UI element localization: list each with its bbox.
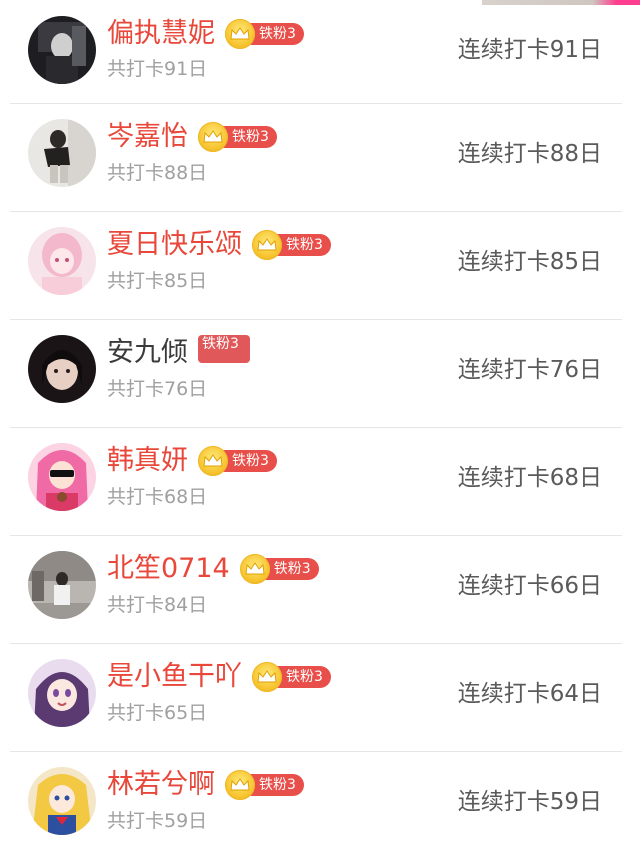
list-item[interactable]: 岑嘉怡 铁粉3 共打卡88日 连续打卡88日 <box>10 104 622 212</box>
badge-label: 铁粉3 <box>222 126 277 148</box>
total-checkins: 共打卡88日 <box>107 162 208 184</box>
user-name[interactable]: 岑嘉怡 铁粉3 <box>107 119 277 155</box>
list-item[interactable]: 韩真妍 铁粉3 共打卡68日 连续打卡68日 <box>10 428 622 536</box>
streak-count: 连续打卡91日 <box>457 37 602 63</box>
avatar[interactable] <box>28 335 96 403</box>
avatar-image <box>28 227 96 295</box>
total-checkins: 共打卡91日 <box>107 58 208 80</box>
fan-badge: 铁粉3 <box>225 19 304 49</box>
avatar[interactable] <box>28 767 96 835</box>
avatar-image <box>28 16 96 84</box>
user-name[interactable]: 偏执慧妮 铁粉3 <box>107 16 304 52</box>
list-item[interactable]: 林若兮啊 铁粉3 共打卡59日 连续打卡59日 <box>10 752 622 860</box>
avatar[interactable] <box>28 551 96 619</box>
streak-count: 连续打卡66日 <box>457 573 602 599</box>
user-name[interactable]: 韩真妍 铁粉3 <box>107 443 277 479</box>
avatar[interactable] <box>28 443 96 511</box>
total-checkins: 共打卡59日 <box>107 810 208 832</box>
list-item[interactable]: 安九倾 铁粉3 共打卡76日 连续打卡76日 <box>10 320 622 428</box>
user-name-text[interactable]: 偏执慧妮 <box>107 16 215 52</box>
crown-icon <box>252 230 282 260</box>
user-name-text[interactable]: 韩真妍 <box>107 443 188 479</box>
fan-badge: 铁粉3 <box>198 122 277 152</box>
fan-badge: 铁粉3 <box>252 662 331 692</box>
badge-label: 铁粉3 <box>263 558 319 580</box>
total-checkins: 共打卡84日 <box>107 594 208 616</box>
user-name[interactable]: 安九倾 铁粉3 <box>107 335 250 371</box>
badge-label: 铁粉3 <box>222 450 277 472</box>
fan-badge: 铁粉3 <box>252 230 331 260</box>
fan-badge: 铁粉3 <box>225 770 304 800</box>
streak-count: 连续打卡59日 <box>457 789 602 815</box>
avatar-image <box>28 119 96 187</box>
user-name[interactable]: 夏日快乐颂 铁粉3 <box>107 227 331 263</box>
user-name-text[interactable]: 林若兮啊 <box>107 767 215 803</box>
badge-label: 铁粉3 <box>276 234 331 256</box>
crown-icon <box>252 662 282 692</box>
badge-label: 铁粉3 <box>276 666 331 688</box>
streak-count: 连续打卡85日 <box>457 249 602 275</box>
streak-count: 连续打卡68日 <box>457 465 602 491</box>
list-item[interactable]: 夏日快乐颂 铁粉3 共打卡85日 连续打卡85日 <box>10 212 622 320</box>
user-name-text[interactable]: 岑嘉怡 <box>107 119 188 155</box>
avatar[interactable] <box>28 16 96 84</box>
streak-count: 连续打卡88日 <box>457 141 602 167</box>
user-name[interactable]: 是小鱼干吖 铁粉3 <box>107 659 331 695</box>
crown-icon <box>225 770 255 800</box>
avatar-image <box>28 335 96 403</box>
list-item[interactable]: 偏执慧妮 铁粉3 共打卡91日 连续打卡91日 <box>10 0 622 104</box>
total-checkins: 共打卡65日 <box>107 702 208 724</box>
list-item[interactable]: 北笙0714 铁粉3 共打卡84日 连续打卡66日 <box>10 536 622 644</box>
list-item[interactable]: 是小鱼干吖 铁粉3 共打卡65日 连续打卡64日 <box>10 644 622 752</box>
streak-count: 连续打卡64日 <box>457 681 602 707</box>
avatar[interactable] <box>28 227 96 295</box>
avatar[interactable] <box>28 119 96 187</box>
crown-icon <box>198 446 228 476</box>
user-name-text[interactable]: 北笙0714 <box>107 551 230 587</box>
avatar-image <box>28 767 96 835</box>
total-checkins: 共打卡76日 <box>107 378 208 400</box>
fan-badge: 铁粉3 <box>239 554 319 584</box>
total-checkins: 共打卡85日 <box>107 270 208 292</box>
fan-badge: 铁粉3 <box>198 335 250 363</box>
avatar-image <box>28 443 96 511</box>
avatar[interactable] <box>28 659 96 727</box>
user-name-text[interactable]: 是小鱼干吖 <box>107 659 242 695</box>
badge-label: 铁粉3 <box>249 774 304 796</box>
user-name-text[interactable]: 安九倾 <box>107 335 188 371</box>
user-name-text[interactable]: 夏日快乐颂 <box>107 227 242 263</box>
user-name[interactable]: 林若兮啊 铁粉3 <box>107 767 304 803</box>
user-name[interactable]: 北笙0714 铁粉3 <box>107 551 319 587</box>
crown-icon <box>198 122 228 152</box>
avatar-image <box>28 659 96 727</box>
total-checkins: 共打卡68日 <box>107 486 208 508</box>
badge-label: 铁粉3 <box>249 23 304 45</box>
avatar-image <box>28 551 96 619</box>
fan-badge: 铁粉3 <box>198 446 277 476</box>
crown-icon <box>239 554 270 584</box>
crown-icon <box>225 19 255 49</box>
streak-count: 连续打卡76日 <box>457 357 602 383</box>
